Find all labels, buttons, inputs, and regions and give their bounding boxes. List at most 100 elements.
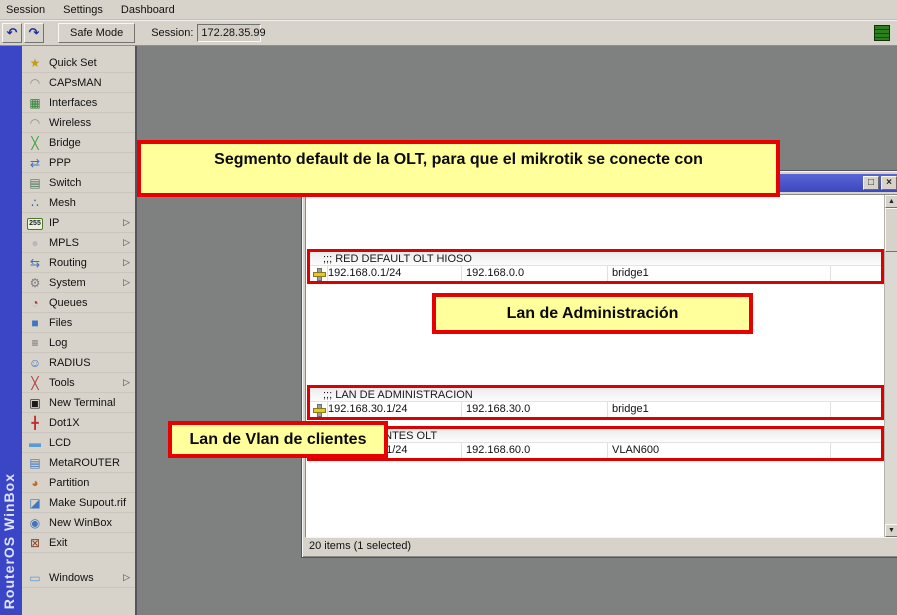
sidebar-item-tools[interactable]: ╳Tools▷ — [22, 373, 135, 393]
interface-cell: VLAN600 — [608, 443, 831, 458]
queues-icon: ◔ — [27, 295, 43, 311]
sidebar-item-label: IP — [49, 217, 59, 229]
sidebar-item-label: New Terminal — [49, 397, 115, 409]
toolbar: ↶ ↷ Safe Mode Session: 172.28.35.99 — [0, 20, 897, 46]
wand-icon: ★ — [27, 55, 43, 71]
annotation-segmento-default: Segmento default de la OLT, para que el … — [137, 140, 780, 197]
brand-strip: RouterOS WinBox — [0, 46, 22, 615]
menu-session[interactable]: Session — [0, 0, 54, 19]
sidebar-item-partition[interactable]: ◕ Partition — [22, 473, 135, 493]
annotation-text: Lan de Vlan de clientes — [190, 431, 367, 449]
sidebar-item-exit[interactable]: ⊠Exit — [22, 533, 135, 553]
routing-icon: ⇆ — [27, 255, 43, 271]
sidebar-item-lcd[interactable]: ▬LCD — [22, 433, 135, 453]
sidebar-item-label: Exit — [49, 537, 67, 549]
undo-button[interactable]: ↶ — [2, 23, 22, 43]
sidebar-item-new-terminal[interactable]: ▣ New Terminal — [22, 393, 135, 413]
sidebar-item-ppp[interactable]: ⇄PPP — [22, 153, 135, 173]
menu-bar: Session Settings Dashboard — [0, 0, 897, 20]
sidebar: ★ Quick Set ◠ CAPsMAN ▦ Interfaces ◠Wireless╳B… — [22, 46, 137, 615]
sidebar-item-label: Windows — [49, 572, 94, 584]
terminal-icon: ▣ — [27, 395, 43, 411]
address-row[interactable]: 192.168.60.1/24192.168.60.0VLAN600 — [310, 443, 881, 458]
sidebar-item-wireless[interactable]: ◠Wireless — [22, 113, 135, 133]
capsman-icon: ◠ — [27, 75, 43, 91]
scroll-down-button[interactable]: ▼ — [885, 524, 897, 537]
sidebar-item-label: MetaROUTER — [49, 457, 120, 469]
menu-settings[interactable]: Settings — [54, 0, 112, 19]
sidebar-item-label: Tools — [49, 377, 75, 389]
mesh-icon: ∴ — [27, 195, 43, 211]
redo-button[interactable]: ↷ — [24, 23, 44, 43]
vertical-scrollbar[interactable]: ▲ ▼ — [884, 195, 897, 537]
session-label: Session: — [151, 27, 193, 39]
wireless-icon: ◠ — [27, 115, 43, 131]
sidebar-item-queues[interactable]: ◔Queues — [22, 293, 135, 313]
connection-indicator-icon — [874, 25, 890, 41]
sidebar-item-capsman[interactable]: ◠ CAPsMAN — [22, 73, 135, 93]
scrollbar-thumb[interactable] — [885, 208, 897, 252]
empty-cell — [831, 402, 881, 417]
sidebar-item-metarouter[interactable]: ▤MetaROUTER — [22, 453, 135, 473]
sidebar-item-label: New WinBox — [49, 517, 112, 529]
sidebar-item-label: Quick Set — [49, 57, 97, 69]
sidebar-item-label: Files — [49, 317, 72, 329]
sidebar-item-interfaces[interactable]: ▦ Interfaces — [22, 93, 135, 113]
files-icon: ■ — [27, 315, 43, 331]
sidebar-item-label: CAPsMAN — [49, 77, 102, 89]
address-group: ;;; RED DEFAULT OLT HIOSO192.168.0.1/241… — [307, 249, 884, 284]
partition-icon: ◕ — [27, 475, 43, 491]
address-flag-icon — [310, 402, 328, 417]
sidebar-item-files[interactable]: ■ Files — [22, 313, 135, 333]
comment-row[interactable]: ;;; LAN DE ADMINISTRACION — [310, 388, 881, 402]
sidebar-item-windows[interactable]: ▭Windows▷ — [22, 568, 135, 588]
maximize-button[interactable]: □ — [863, 176, 879, 190]
address-cell: 192.168.0.1/24 — [328, 266, 462, 281]
sidebar-item-label: Mesh — [49, 197, 76, 209]
sidebar-item-label: Log — [49, 337, 67, 349]
sidebar-item-label: Switch — [49, 177, 81, 189]
interfaces-icon: ▦ — [27, 95, 43, 111]
sidebar-item-log[interactable]: ≡ Log — [22, 333, 135, 353]
sidebar-gap — [22, 553, 135, 568]
address-row[interactable]: 192.168.30.1/24192.168.30.0bridge1 — [310, 402, 881, 417]
address-row[interactable]: 192.168.0.1/24192.168.0.0bridge1 — [310, 266, 881, 281]
close-button[interactable]: × — [881, 176, 897, 190]
sidebar-item-system[interactable]: ⚙System▷ — [22, 273, 135, 293]
empty-cell — [831, 443, 881, 458]
safe-mode-button[interactable]: Safe Mode — [58, 23, 135, 43]
sidebar-item-quick-set[interactable]: ★ Quick Set — [22, 53, 135, 73]
submenu-arrow-icon: ▷ — [123, 257, 130, 268]
sidebar-item-label: Bridge — [49, 137, 81, 149]
sidebar-item-switch[interactable]: ▤ Switch — [22, 173, 135, 193]
scroll-up-icon: ▲ — [888, 196, 895, 208]
comment-row[interactable]: ;;; RED DEFAULT OLT HIOSO — [310, 252, 881, 266]
mpls-icon: ● — [27, 235, 43, 251]
menu-dashboard[interactable]: Dashboard — [112, 0, 184, 19]
system-icon: ⚙ — [27, 275, 43, 291]
sidebar-item-radius[interactable]: ☺RADIUS — [22, 353, 135, 373]
sidebar-item-ip[interactable]: 255IP▷ — [22, 213, 135, 233]
sidebar-item-label: Partition — [49, 477, 89, 489]
sidebar-item-label: RADIUS — [49, 357, 91, 369]
sidebar-item-make-supout-rif[interactable]: ◪Make Supout.rif — [22, 493, 135, 513]
comment-row[interactable]: ;;; LAN CLIENTES OLT — [310, 429, 881, 443]
sidebar-item-bridge[interactable]: ╳Bridge — [22, 133, 135, 153]
sidebar-item-new-winbox[interactable]: ◉New WinBox — [22, 513, 135, 533]
switch-icon: ▤ — [27, 175, 43, 191]
sidebar-item-routing[interactable]: ⇆Routing▷ — [22, 253, 135, 273]
scroll-up-button[interactable]: ▲ — [885, 195, 897, 208]
address-cell: 192.168.30.1/24 — [328, 402, 462, 417]
undo-icon: ↶ — [7, 25, 18, 41]
winbox-application: Session Settings Dashboard ↶ ↷ Safe Mode… — [0, 0, 897, 615]
log-icon: ≡ — [27, 335, 43, 351]
sidebar-item-mesh[interactable]: ∴ Mesh — [22, 193, 135, 213]
window-body: ;;; RED DEFAULT OLT HIOSO192.168.0.1/241… — [305, 194, 897, 554]
submenu-arrow-icon: ▷ — [123, 377, 130, 388]
dot1x-icon: ╋ — [27, 415, 43, 431]
submenu-arrow-icon: ▷ — [123, 237, 130, 248]
session-address-field[interactable]: 172.28.35.99 — [197, 24, 261, 42]
sidebar-item-dot1x[interactable]: ╋Dot1X — [22, 413, 135, 433]
sidebar-item-mpls[interactable]: ●MPLS▷ — [22, 233, 135, 253]
sidebar-item-label: Interfaces — [49, 97, 97, 109]
